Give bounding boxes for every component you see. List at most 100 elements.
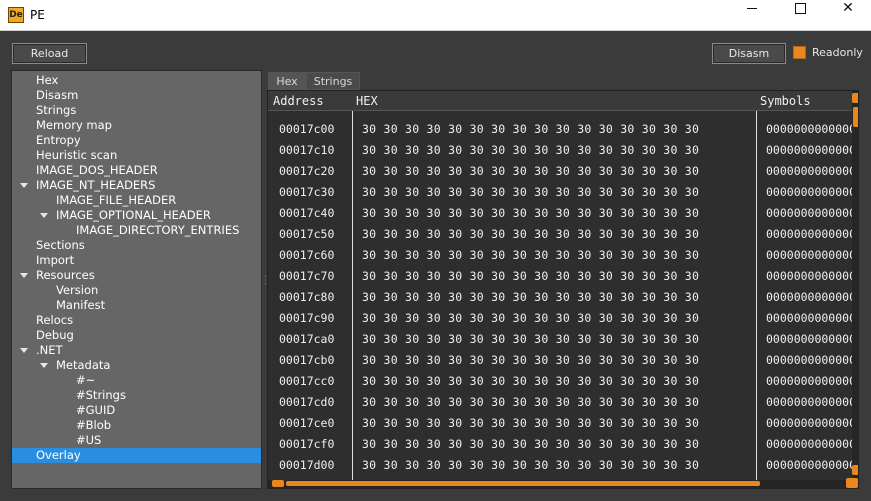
- structure-tree: Hex Disasm Strings Memory map Entropy Heurist…: [11, 70, 262, 489]
- tree-item[interactable]: #Strings: [12, 388, 261, 403]
- tree-item[interactable]: Metadata: [12, 358, 261, 373]
- hex-bytes: 30 30 30 30 30 30 30 30 30 30 30 30 30 3…: [362, 227, 700, 241]
- tree-item[interactable]: Memory map: [12, 118, 261, 133]
- tree-item[interactable]: Strings: [12, 103, 261, 118]
- tree-item-label: #Blob: [76, 418, 112, 432]
- hex-symbols: 0000000000000000: [766, 248, 854, 262]
- close-icon: ✕: [842, 0, 854, 16]
- hex-address: 00017cd0: [279, 395, 335, 409]
- hex-address: 00017c90: [279, 311, 335, 325]
- readonly-label: Readonly: [812, 46, 863, 59]
- tree-item[interactable]: IMAGE_FILE_HEADER: [12, 193, 261, 208]
- tree-item-label: IMAGE_NT_HEADERS: [36, 178, 156, 192]
- tree-item[interactable]: IMAGE_NT_HEADERS: [12, 178, 261, 193]
- disasm-button[interactable]: Disasm: [712, 43, 786, 64]
- tree-item-label: Memory map: [36, 118, 112, 132]
- tree-item[interactable]: Relocs: [12, 313, 261, 328]
- hex-address: 00017cb0: [279, 353, 335, 367]
- scroll-left-icon[interactable]: [272, 480, 284, 487]
- tree-item-label: Sections: [36, 238, 85, 252]
- tree-item[interactable]: IMAGE_DIRECTORY_ENTRIES: [12, 223, 261, 238]
- scroll-down-icon[interactable]: [852, 465, 858, 475]
- hex-address: 00017c60: [279, 248, 335, 262]
- scroll-up-icon[interactable]: [852, 93, 858, 103]
- hex-symbols: 0000000000000000: [766, 374, 854, 388]
- tab-hex[interactable]: Hex: [268, 72, 306, 90]
- tree-item[interactable]: Heuristic scan: [12, 148, 261, 163]
- expand-arrow-icon[interactable]: [20, 273, 28, 278]
- hex-address: 00017cf0: [279, 437, 335, 451]
- hex-bytes: 30 30 30 30 30 30 30 30 30 30 30 30 30 3…: [362, 437, 700, 451]
- close-button[interactable]: ✕: [825, 0, 871, 30]
- scroll-corner: [846, 478, 858, 488]
- tree-item[interactable]: Debug: [12, 328, 261, 343]
- address-divider: [352, 111, 353, 483]
- tree-item[interactable]: Import: [12, 253, 261, 268]
- hex-address: 00017c40: [279, 206, 335, 220]
- title-bar: De PE ✕: [0, 0, 871, 31]
- hex-symbols: 0000000000000000: [766, 416, 854, 430]
- maximize-button[interactable]: [777, 0, 823, 30]
- tab-strings[interactable]: Strings: [306, 72, 360, 90]
- tree-item-label: #Strings: [76, 388, 126, 402]
- horizontal-scrollbar[interactable]: [268, 480, 858, 488]
- tree-item[interactable]: #Blob: [12, 418, 261, 433]
- tree-item[interactable]: IMAGE_OPTIONAL_HEADER: [12, 208, 261, 223]
- tree-item[interactable]: Disasm: [12, 88, 261, 103]
- hex-bytes: 30 30 30 30 30 30 30 30 30 30 30 30 30 3…: [362, 248, 700, 262]
- hex-symbols: 0000000000000000: [766, 311, 854, 325]
- tree-item-label: IMAGE_OPTIONAL_HEADER: [56, 208, 211, 222]
- hex-view[interactable]: Address HEX Symbols 00017c00 30 30 30 30 …: [267, 90, 859, 489]
- hex-address: 00017ce0: [279, 416, 335, 430]
- tree-item[interactable]: #~: [12, 373, 261, 388]
- hex-bytes: 30 30 30 30 30 30 30 30 30 30 30 30 30 3…: [362, 206, 700, 220]
- hex-symbols: 0000000000000000: [766, 269, 854, 283]
- symbols-column-header: Symbols: [760, 94, 811, 108]
- hex-bytes: 30 30 30 30 30 30 30 30 30 30 30 30 30 3…: [362, 353, 700, 367]
- tree-item[interactable]: #GUID: [12, 403, 261, 418]
- hex-bytes: 30 30 30 30 30 30 30 30 30 30 30 30 30 3…: [362, 164, 700, 178]
- readonly-checkbox[interactable]: [793, 46, 806, 59]
- tree-item-label: #~: [76, 373, 96, 387]
- tree-item[interactable]: Sections: [12, 238, 261, 253]
- tree-item[interactable]: Entropy: [12, 133, 261, 148]
- vertical-scroll-thumb[interactable]: [853, 107, 858, 127]
- hex-address: 00017c10: [279, 143, 335, 157]
- hex-bytes: 30 30 30 30 30 30 30 30 30 30 30 30 30 3…: [362, 269, 700, 283]
- tree-item-label: Import: [36, 253, 75, 267]
- tree-item[interactable]: IMAGE_DOS_HEADER: [12, 163, 261, 178]
- tree-item[interactable]: Manifest: [12, 298, 261, 313]
- tree-item[interactable]: Overlay: [12, 448, 261, 463]
- hex-address: 00017c00: [279, 122, 335, 136]
- minimize-button[interactable]: [729, 0, 775, 30]
- vertical-scrollbar[interactable]: [852, 91, 858, 483]
- expand-arrow-icon[interactable]: [40, 213, 48, 218]
- hex-column-header: HEX: [356, 94, 378, 108]
- hex-address: 00017c20: [279, 164, 335, 178]
- expand-arrow-icon[interactable]: [20, 183, 28, 188]
- horizontal-scroll-thumb[interactable]: [286, 481, 760, 486]
- window-title: PE: [30, 8, 45, 22]
- tree-item-label: Metadata: [56, 358, 111, 372]
- hex-bytes: 30 30 30 30 30 30 30 30 30 30 30 30 30 3…: [362, 395, 700, 409]
- expand-arrow-icon[interactable]: [20, 348, 28, 353]
- hex-bytes: 30 30 30 30 30 30 30 30 30 30 30 30 30 3…: [362, 290, 700, 304]
- tree-item[interactable]: #US: [12, 433, 261, 448]
- tree-item-label: Manifest: [56, 298, 106, 312]
- hex-address: 00017d00: [279, 458, 335, 472]
- hex-header: Address HEX Symbols: [268, 91, 852, 111]
- tree-item[interactable]: Resources: [12, 268, 261, 283]
- tree-item-label: #GUID: [76, 403, 116, 417]
- hex-symbols: 0000000000000000: [766, 458, 854, 472]
- tree-item[interactable]: .NET: [12, 343, 261, 358]
- reload-button[interactable]: Reload: [12, 43, 87, 64]
- expand-arrow-icon[interactable]: [40, 363, 48, 368]
- hex-symbols: 0000000000000000: [766, 332, 854, 346]
- hex-address: 00017c80: [279, 290, 335, 304]
- tree-item[interactable]: Hex: [12, 73, 261, 88]
- hex-symbols: 0000000000000000: [766, 164, 854, 178]
- tree-item-label: IMAGE_FILE_HEADER: [56, 193, 177, 207]
- hex-bytes: 30 30 30 30 30 30 30 30 30 30 30 30 30 3…: [362, 185, 700, 199]
- hex-symbols: 0000000000000000: [766, 353, 854, 367]
- tree-item[interactable]: Version: [12, 283, 261, 298]
